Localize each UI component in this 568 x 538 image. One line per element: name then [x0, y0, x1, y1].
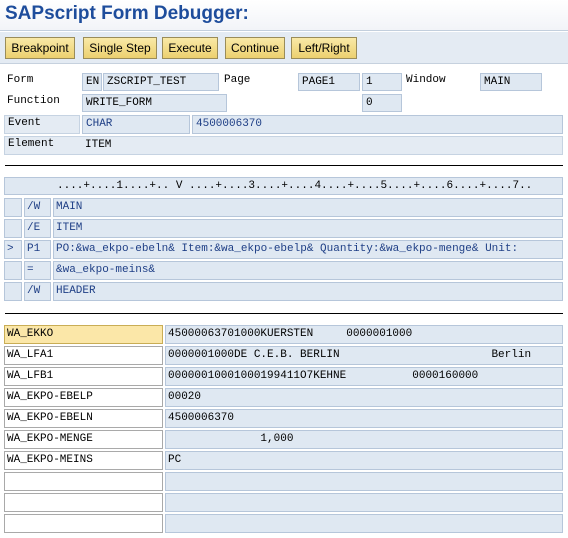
source-line-text[interactable]: PO:&wa_ekpo-ebeln& Item:&wa_ekpo-ebelp& …: [53, 240, 563, 259]
continue-button[interactable]: Continue: [225, 37, 285, 59]
separator-1: [5, 165, 563, 166]
source-line-text[interactable]: HEADER: [53, 282, 563, 301]
variable-value: 00000010001000199411O7KEHNE 0000160000: [165, 367, 563, 386]
source-ruler: ....+....1....+.. V ....+....3....+....4…: [4, 177, 563, 195]
variable-name-input[interactable]: WA_EKPO-EBELN: [4, 409, 163, 428]
page-name-field[interactable]: PAGE1: [298, 73, 360, 91]
source-line-marker[interactable]: [4, 198, 22, 217]
variable-value: [165, 472, 563, 491]
variable-value: 00020: [165, 388, 563, 407]
form-language-field[interactable]: EN: [82, 73, 102, 91]
source-line-text[interactable]: &wa_ekpo-meins&: [53, 261, 563, 280]
execute-button[interactable]: Execute: [162, 37, 218, 59]
variable-name-input[interactable]: [4, 472, 163, 491]
screen-title: SAPscript Form Debugger:: [0, 0, 568, 31]
variable-name-input[interactable]: WA_EKPO-MENGE: [4, 430, 163, 449]
variable-value: PC: [165, 451, 563, 470]
breakpoint-button[interactable]: Breakpoint: [5, 37, 75, 59]
page-label: Page: [224, 74, 251, 86]
variable-name-input[interactable]: WA_EKKO: [4, 325, 163, 344]
variable-name-input[interactable]: [4, 514, 163, 533]
current-line-marker[interactable]: >: [4, 240, 22, 259]
variable-name-input[interactable]: WA_EKPO-MEINS: [4, 451, 163, 470]
event-value-field[interactable]: 4500006370: [192, 115, 563, 134]
window-name-field[interactable]: MAIN: [480, 73, 542, 91]
window-label: Window: [406, 74, 446, 86]
event-type-field[interactable]: CHAR: [82, 115, 190, 134]
variable-value: [165, 493, 563, 512]
application-toolbar: Breakpoint Single Step Execute Continue …: [0, 32, 568, 64]
function-value-field[interactable]: 0: [362, 94, 402, 112]
source-line-marker[interactable]: [4, 219, 22, 238]
variable-name-input[interactable]: WA_EKPO-EBELP: [4, 388, 163, 407]
variable-name-input[interactable]: [4, 493, 163, 512]
element-label: Element: [8, 138, 55, 150]
left-right-button[interactable]: Left/Right: [291, 37, 357, 59]
variable-value: 1,000: [165, 430, 563, 449]
form-name-field[interactable]: ZSCRIPT_TEST: [103, 73, 219, 91]
function-label: Function: [7, 95, 60, 107]
variable-name-input[interactable]: WA_LFB1: [4, 367, 163, 386]
variable-value: 0000001000DE C.E.B. BERLIN Berlin: [165, 346, 563, 365]
source-line-tag: P1: [24, 240, 51, 259]
variable-value: 45000063701000KUERSTEN 0000001000: [165, 325, 563, 344]
single-step-button[interactable]: Single Step: [83, 37, 157, 59]
source-line-marker[interactable]: [4, 261, 22, 280]
source-line-text[interactable]: MAIN: [53, 198, 563, 217]
variable-value: 4500006370: [165, 409, 563, 428]
variable-value: [165, 514, 563, 533]
separator-2: [5, 313, 563, 314]
source-line-tag: /W: [24, 198, 51, 217]
source-line-text[interactable]: ITEM: [53, 219, 563, 238]
function-name-field[interactable]: WRITE_FORM: [82, 94, 227, 112]
event-label: Event: [4, 115, 80, 134]
source-line-marker[interactable]: [4, 282, 22, 301]
form-label: Form: [7, 74, 34, 86]
source-line-tag: /E: [24, 219, 51, 238]
source-line-tag: =: [24, 261, 51, 280]
source-line-tag: /W: [24, 282, 51, 301]
element-name-field[interactable]: ITEM: [82, 137, 172, 154]
variable-name-input[interactable]: WA_LFA1: [4, 346, 163, 365]
page-number-field[interactable]: 1: [362, 73, 402, 91]
